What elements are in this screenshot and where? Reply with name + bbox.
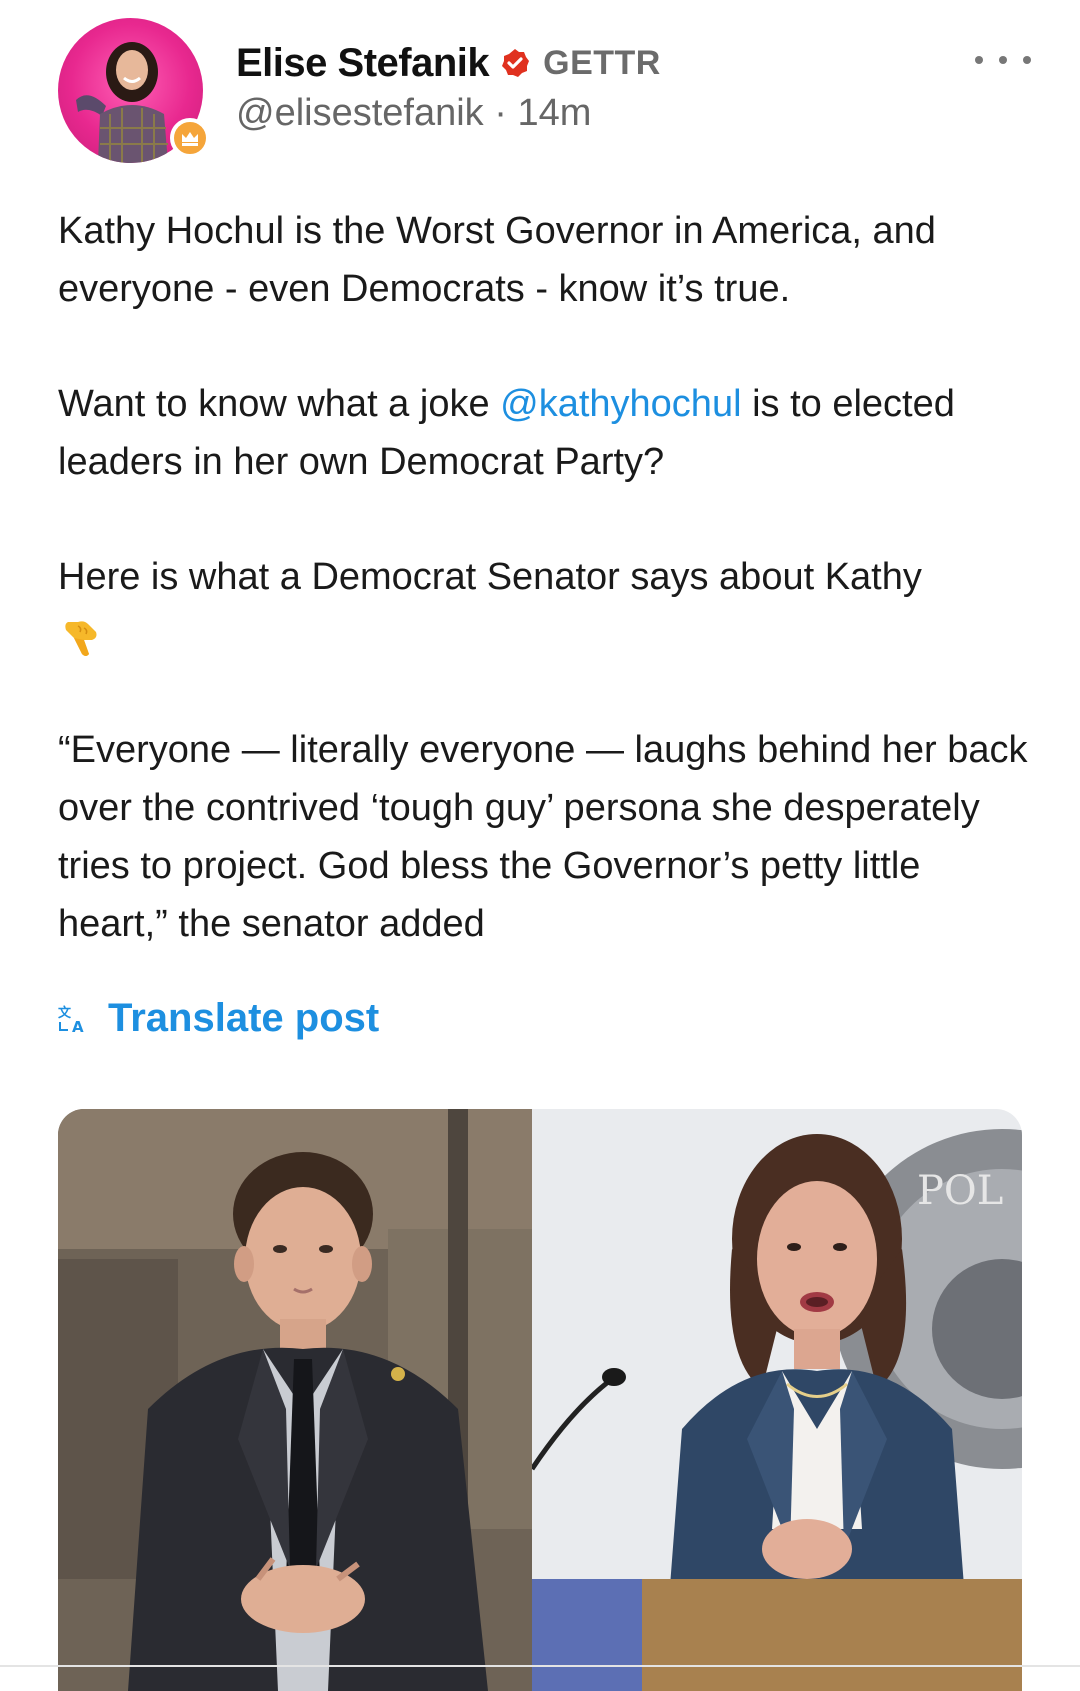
translate-icon: 文 A: [58, 1005, 84, 1034]
seal-text: POL: [917, 1168, 1003, 1214]
avatar[interactable]: [58, 18, 210, 163]
crown-icon: [170, 118, 210, 158]
handle-row: @elisestefanik · 14m: [236, 92, 591, 135]
mention-link[interactable]: @kathyhochul: [500, 383, 741, 425]
post-paragraph-4: “Everyone — literally everyone — laughs …: [58, 729, 1028, 945]
dot: [975, 56, 983, 64]
post-paragraph-1: Kathy Hochul is the Worst Governor in Am…: [58, 210, 936, 310]
more-options-icon[interactable]: [975, 44, 1031, 76]
post-paragraph-2: Want to know what a joke @kathyhochul is…: [58, 375, 1028, 491]
pointing-down-emoji-icon: [65, 621, 97, 656]
translate-button[interactable]: 文 A Translate post: [58, 988, 379, 1048]
platform-label: GETTR: [543, 43, 661, 82]
author-handle[interactable]: @elisestefanik: [236, 92, 484, 134]
svg-text:文: 文: [58, 1005, 72, 1021]
author-name[interactable]: Elise Stefanik: [236, 41, 490, 86]
post-media[interactable]: POL: [58, 1109, 1022, 1691]
divider: [0, 1665, 1080, 1667]
paragraph-2-text-before: Want to know what a joke: [58, 383, 501, 425]
translate-label: Translate post: [108, 995, 380, 1040]
man-in-suit-photo[interactable]: [58, 1109, 532, 1691]
post-paragraph-3: Here is what a Democrat Senator says abo…: [58, 548, 1028, 664]
dot: [1023, 56, 1031, 64]
post-time: 14m: [517, 92, 592, 134]
woman-at-podium-photo[interactable]: POL: [532, 1109, 1022, 1691]
post-card: Elise Stefanik GETTR @elisestefanik · 14…: [0, 0, 1080, 1691]
dot: [999, 56, 1007, 64]
verified-check-icon: [502, 49, 530, 77]
separator-dot: ·: [494, 92, 507, 134]
post-body: Kathy Hochul is the Worst Governor in Am…: [58, 202, 1028, 1010]
paragraph-3-text: Here is what a Democrat Senator says abo…: [58, 556, 922, 598]
author-name-row: Elise Stefanik GETTR: [236, 38, 661, 88]
svg-text:A: A: [72, 1018, 84, 1034]
